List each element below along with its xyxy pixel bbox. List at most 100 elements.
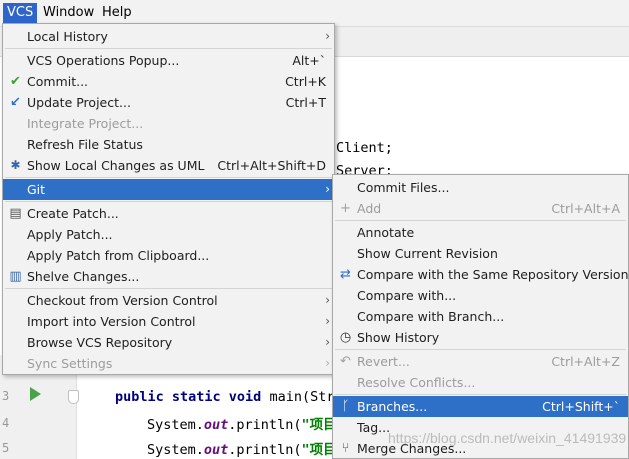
code-field: out [203, 417, 229, 433]
code-text: System. [147, 442, 204, 458]
menu-item-shortcut: Ctrl+Alt+Z [551, 354, 620, 369]
menu-item-label: Checkout from Version Control [27, 293, 218, 308]
shelve-icon: ▥ [9, 269, 22, 284]
history-clock-icon: ◷ [339, 330, 352, 345]
patch-icon: ▤ [9, 206, 22, 221]
menu-item-label: Revert... [357, 354, 410, 369]
menu-item-label: Import into Version Control [27, 314, 196, 329]
menu-item-label: Show History [357, 330, 440, 345]
code-text: .println( [228, 442, 302, 458]
menu-item-label: Tag... [357, 420, 391, 435]
menu-item-apply-patch[interactable]: Apply Patch... [3, 224, 334, 245]
menu-item-label: Annotate [357, 225, 415, 240]
menu-item-label: Shelve Changes... [27, 269, 140, 284]
update-arrow-icon: ↙ [10, 95, 21, 110]
menu-separator [5, 201, 332, 202]
menu-item-label: Compare with the Same Repository Version [357, 267, 629, 282]
menu-item-git[interactable]: Git › [3, 179, 334, 200]
fold-marker-icon[interactable] [68, 390, 79, 404]
menu-item-label: Show Current Revision [357, 246, 498, 261]
menu-item-local-history[interactable]: Local History › [3, 26, 334, 47]
submenu-arrow-icon: › [325, 293, 330, 307]
menu-item-label: Integrate Project... [27, 116, 144, 131]
menu-item-label: Add [357, 201, 382, 216]
menu-item-label: Compare with Branch... [357, 309, 505, 324]
menu-item-label: Apply Patch from Clipboard... [27, 248, 210, 263]
menu-item-label: Update Project... [27, 95, 131, 110]
menu-item-show-current-revision[interactable]: Show Current Revision [333, 243, 628, 264]
menu-item-revert: ↶ Revert... Ctrl+Alt+Z [333, 351, 628, 372]
menu-item-label: Refresh File Status [27, 137, 143, 152]
code-println-line: System.out.println("项目 [147, 438, 337, 458]
menu-item-label: Sync Settings [27, 356, 113, 371]
menu-separator [5, 288, 332, 289]
menu-item-branches[interactable]: ᚴ Branches... Ctrl+Shift+` [333, 396, 628, 417]
menu-item-commit[interactable]: ✔ Commit... Ctrl+K [3, 71, 334, 92]
menu-separator [335, 394, 626, 395]
menu-item-label: Local History [27, 29, 108, 44]
submenu-arrow-icon: › [325, 335, 330, 349]
menu-item-shortcut: Ctrl+K [285, 74, 326, 89]
git-submenu: Commit Files... + Add Ctrl+Alt+A Annotat… [332, 174, 629, 459]
menu-item-label: Commit Files... [357, 180, 450, 195]
code-field: out [203, 442, 229, 458]
menu-separator [5, 48, 332, 49]
menu-item-shortcut: Ctrl+T [285, 95, 326, 110]
menu-item-commit-files[interactable]: Commit Files... [333, 177, 628, 198]
code-println-line: System.out.println("项目 [147, 413, 337, 433]
code-text: main(Str [261, 389, 335, 405]
submenu-arrow-icon: › [325, 356, 330, 370]
submenu-arrow-icon: › [325, 314, 330, 328]
menu-item-import-vcs[interactable]: Import into Version Control › [3, 311, 334, 332]
menu-separator [335, 220, 626, 221]
menu-item-annotate[interactable]: Annotate [333, 222, 628, 243]
submenu-arrow-icon: › [325, 29, 330, 43]
menu-item-shortcut: Ctrl+Alt+A [551, 201, 620, 216]
line-number: 5 [2, 441, 10, 455]
menu-item-refresh-file-status[interactable]: Refresh File Status [3, 134, 334, 155]
menu-item-label: Compare with... [357, 288, 457, 303]
menu-item-browse-vcs-repository[interactable]: Browse VCS Repository › [3, 332, 334, 353]
revert-icon: ↶ [340, 354, 351, 369]
menu-item-label: Branches... [357, 399, 428, 414]
menu-item-label: Resolve Conflicts... [357, 375, 476, 390]
menu-vcs[interactable]: VCS [3, 3, 38, 23]
menu-item-shortcut: Ctrl+Shift+` [542, 399, 620, 414]
menu-item-integrate-project: Integrate Project... [3, 113, 334, 134]
menu-separator [335, 349, 626, 350]
menu-item-apply-patch-clipboard[interactable]: Apply Patch from Clipboard... [3, 245, 334, 266]
branch-icon: ᚴ [341, 399, 350, 414]
code-main-signature: public static void main(Str [115, 389, 334, 405]
menu-item-compare-same-repo-version[interactable]: ⇄ Compare with the Same Repository Versi… [333, 264, 628, 285]
menu-item-label: VCS Operations Popup... [27, 53, 180, 68]
plus-icon: + [340, 201, 351, 216]
run-gutter-icon[interactable] [30, 387, 41, 401]
menu-item-show-local-changes-uml[interactable]: ✱ Show Local Changes as UML Ctrl+Alt+Shi… [3, 155, 334, 176]
menu-item-vcs-operations-popup[interactable]: VCS Operations Popup... Alt+` [3, 50, 334, 71]
menu-item-label: Create Patch... [27, 206, 119, 221]
menu-item-label: Browse VCS Repository [27, 335, 173, 350]
menu-item-label: Apply Patch... [27, 227, 113, 242]
menu-window[interactable]: Window [39, 3, 98, 23]
menu-item-compare-with[interactable]: Compare with... [333, 285, 628, 306]
menu-item-label: Show Local Changes as UML [27, 158, 205, 173]
menu-item-show-history[interactable]: ◷ Show History [333, 327, 628, 348]
menu-item-sync-settings: Sync Settings › [3, 353, 334, 374]
line-number: 4 [2, 416, 10, 430]
menu-item-checkout-vcs[interactable]: Checkout from Version Control › [3, 290, 334, 311]
menu-item-resolve-conflicts: Resolve Conflicts... [333, 372, 628, 393]
check-icon: ✔ [10, 74, 21, 89]
menu-item-add: + Add Ctrl+Alt+A [333, 198, 628, 219]
menu-item-shelve-changes[interactable]: ▥ Shelve Changes... [3, 266, 334, 287]
line-number: 3 [2, 389, 10, 403]
code-text: .println( [228, 417, 302, 433]
menu-item-compare-with-branch[interactable]: Compare with Branch... [333, 306, 628, 327]
menu-item-update-project[interactable]: ↙ Update Project... Ctrl+T [3, 92, 334, 113]
code-keyword: public static void [115, 389, 262, 405]
watermark: https://blog.csdn.net/weixin_41491939 [388, 430, 627, 446]
merge-icon: ⑂ [341, 441, 350, 456]
menu-item-shortcut: Ctrl+Alt+Shift+D [217, 158, 326, 173]
submenu-arrow-icon: › [325, 182, 330, 196]
menu-help[interactable]: Help [98, 3, 136, 23]
menu-item-create-patch[interactable]: ▤ Create Patch... [3, 203, 334, 224]
